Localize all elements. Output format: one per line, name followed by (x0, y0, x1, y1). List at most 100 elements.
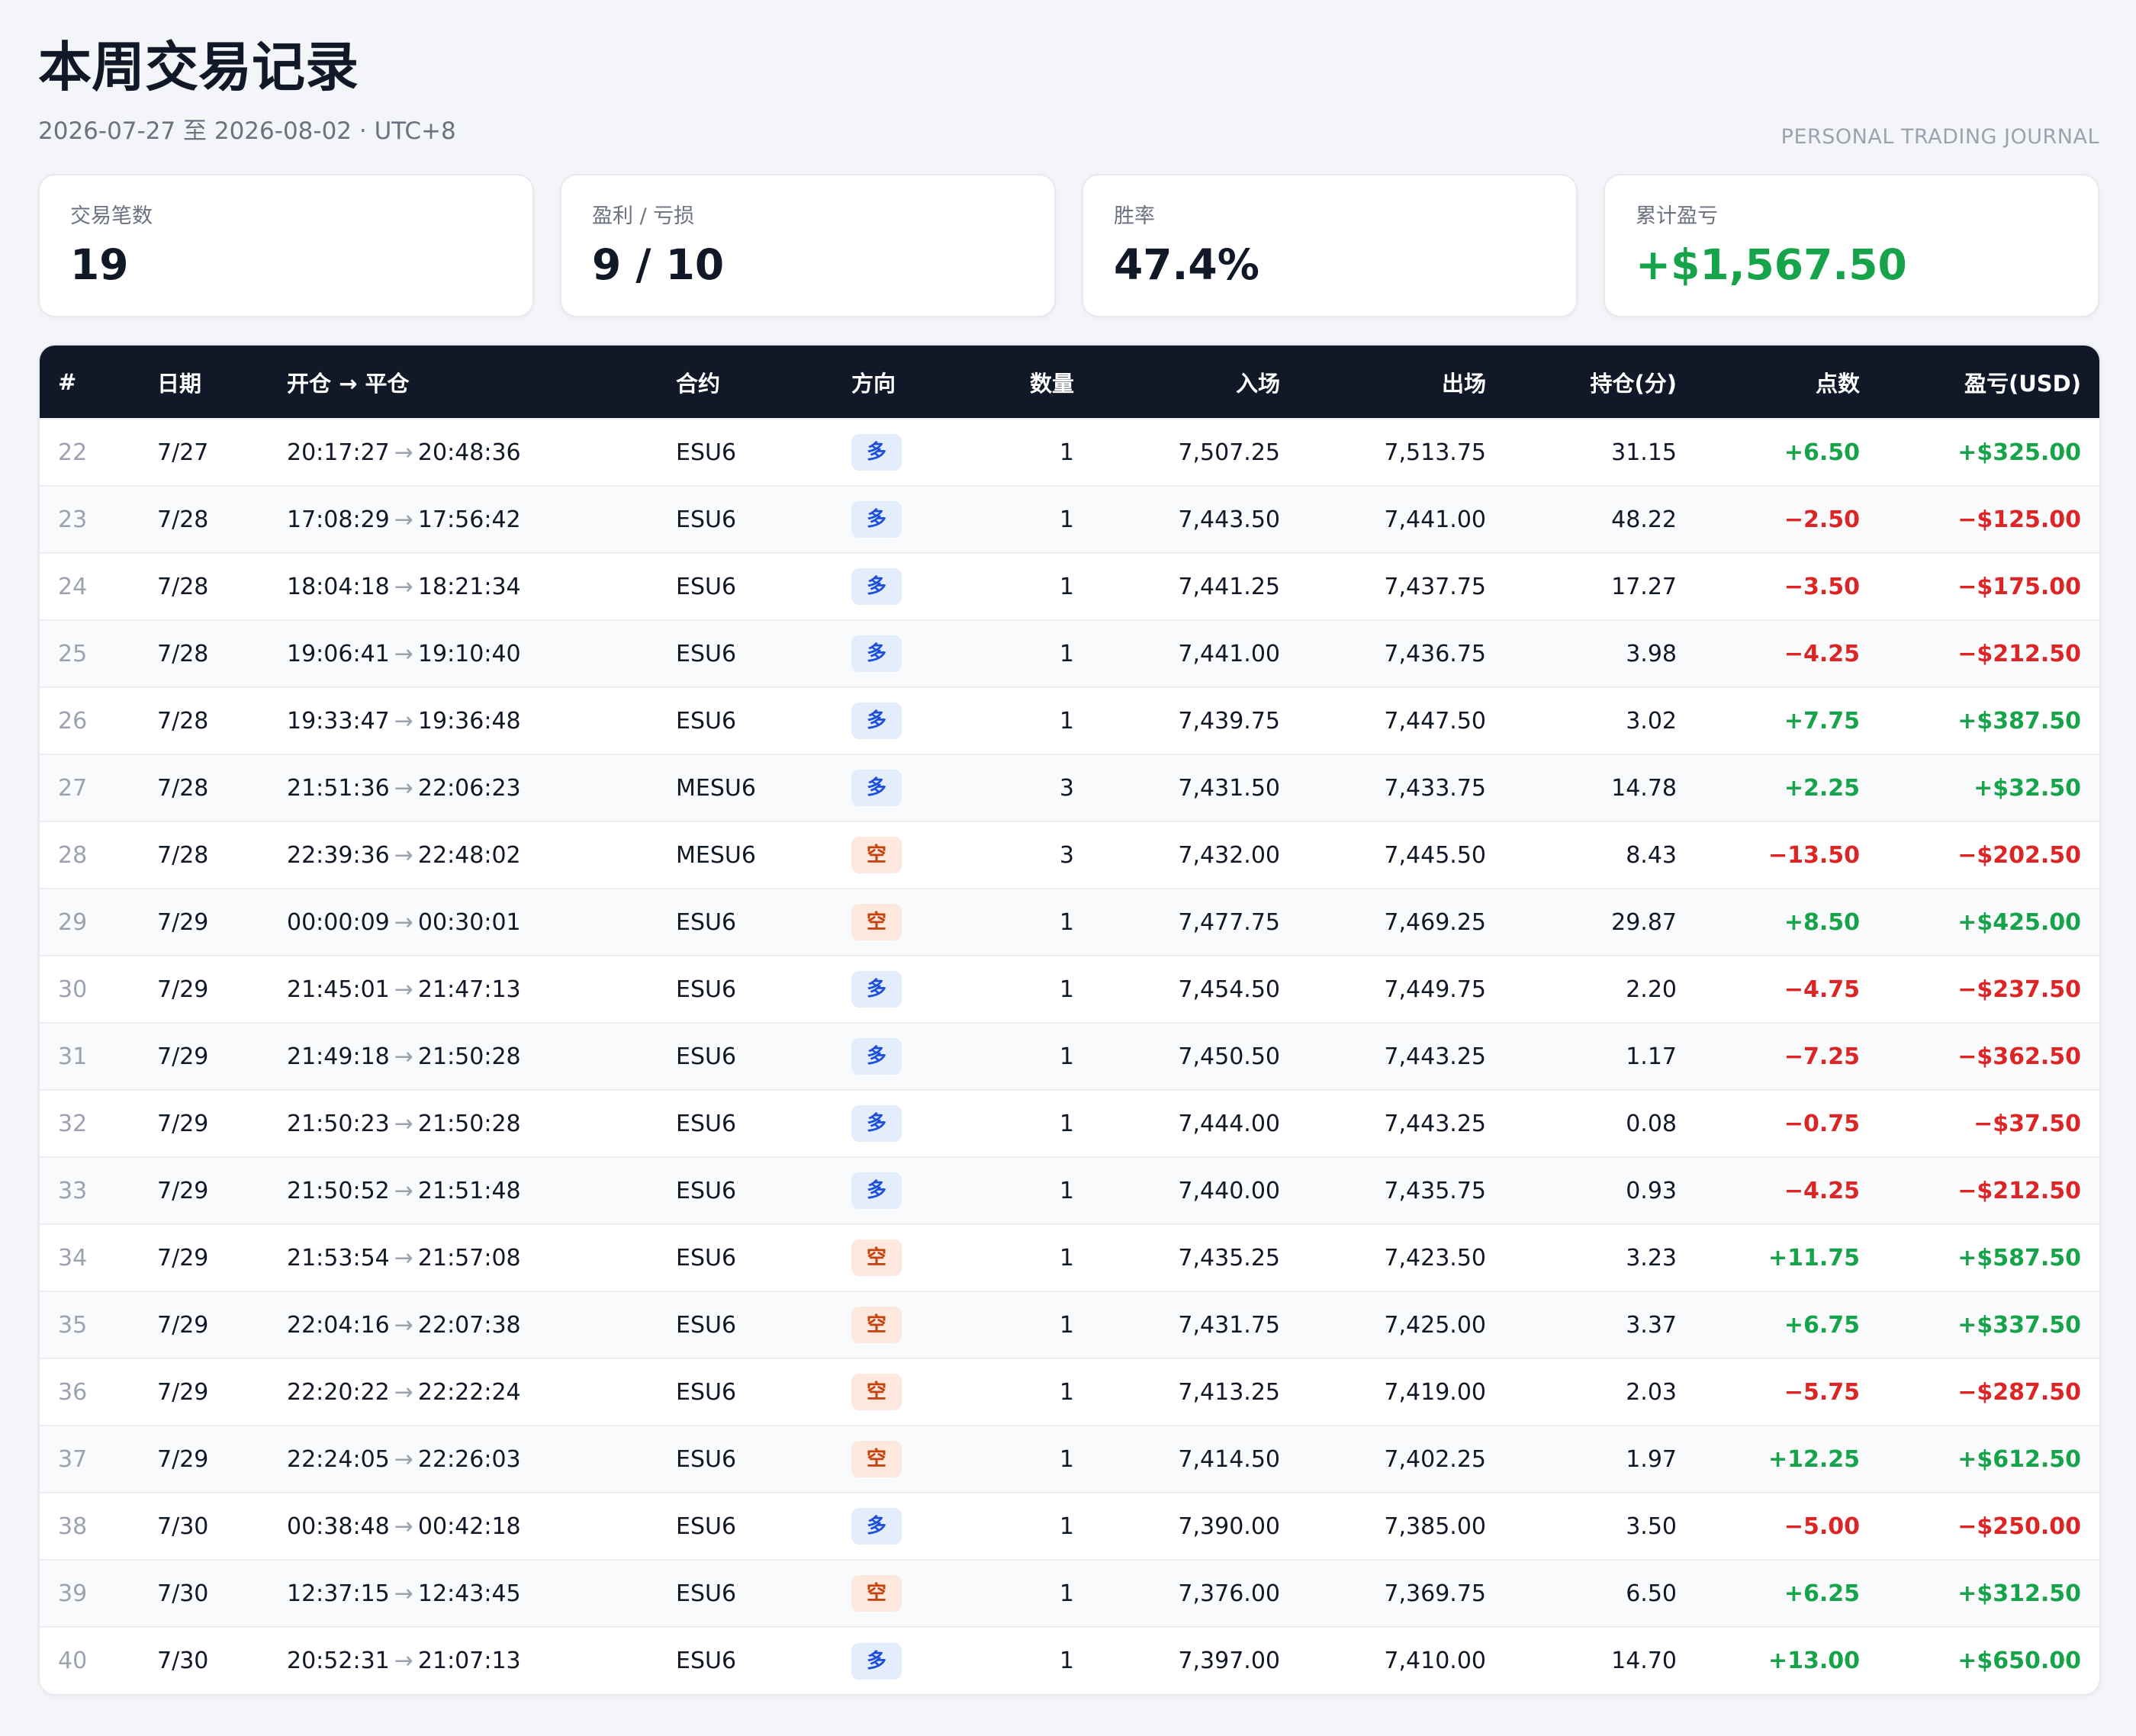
cell-date: 7/28 (157, 640, 209, 667)
cell-contract: ESU6 (676, 1311, 737, 1339)
cell-points: −4.75 (1784, 976, 1860, 1003)
table-row[interactable]: 38 7/30 00:38:48 → 00:42:18 ESU6 多 1 7,390.00 7,3… (40, 1493, 2099, 1560)
stat-label: 胜率 (1114, 204, 1155, 228)
cell-date: 7/29 (157, 1043, 209, 1070)
col-header-date[interactable]: 日期 (139, 346, 269, 419)
col-header-exit[interactable]: 出场 (1298, 346, 1504, 419)
open-time: 00:38:48 (287, 1513, 390, 1540)
table-row[interactable]: 23 7/28 17:08:29 → 17:56:42 ESU6 多 1 7,443.50 7,4… (40, 486, 2099, 553)
trades-table-container: # 日期 开仓 → 平仓 合约 方向 数量 入场 出场 持仓(分) 点数 盈亏(… (38, 344, 2101, 1696)
cell-date: 7/28 (157, 774, 209, 802)
cell-pnl: +$612.50 (1957, 1445, 2081, 1473)
table-row[interactable]: 31 7/29 21:49:18 → 21:50:28 ESU6 多 1 7,450.50 7,4… (40, 1023, 2099, 1090)
close-time: 19:10:40 (417, 640, 521, 667)
cell-contract: MESU6 (676, 841, 756, 869)
stat-label: 累计盈亏 (1636, 204, 1718, 228)
side-badge: 空 (851, 1307, 902, 1343)
cell-points: −4.25 (1784, 1177, 1860, 1204)
side-badge: 多 (851, 1105, 902, 1142)
cell-time-range: 22:20:22 → 22:22:24 (269, 1358, 658, 1426)
table-row[interactable]: 35 7/29 22:04:16 → 22:07:38 ESU6 空 1 7,431.75 7,4… (40, 1291, 2099, 1358)
cell-time-range: 21:45:01 → 21:47:13 (269, 956, 658, 1023)
table-row[interactable]: 32 7/29 21:50:23 → 21:50:28 ESU6 多 1 7,444.00 7,4… (40, 1090, 2099, 1157)
cell-index: 28 (58, 841, 88, 869)
date-range-subtitle: 2026-07-27 至 2026-08-02 · UTC+8 (38, 117, 456, 145)
table-row[interactable]: 37 7/29 22:24:05 → 22:26:03 ESU6 空 1 7,414.50 7,4… (40, 1426, 2099, 1493)
col-header-contract[interactable]: 合约 (658, 346, 833, 419)
table-row[interactable]: 28 7/28 22:39:36 → 22:48:02 MESU6 空 3 7,432.00 7,… (40, 821, 2099, 889)
col-header-points[interactable]: 点数 (1695, 346, 1878, 419)
cell-entry: 7,435.25 (1178, 1244, 1280, 1271)
cell-contract: ESU6 (676, 1110, 737, 1137)
cell-date: 7/27 (157, 439, 209, 466)
close-time: 21:57:08 (417, 1244, 521, 1271)
col-header-pnl[interactable]: 盈亏(USD) (1878, 346, 2099, 419)
table-row[interactable]: 22 7/27 20:17:27 → 20:48:36 ESU6 多 1 7,507.25 7,5… (40, 419, 2099, 486)
side-badge: 多 (851, 434, 902, 471)
cell-side: 多 (833, 620, 978, 687)
col-header-index[interactable]: # (40, 346, 139, 419)
table-row[interactable]: 39 7/30 12:37:15 → 12:43:45 ESU6 空 1 7,376.00 7,3… (40, 1560, 2099, 1627)
side-badge: 多 (851, 971, 902, 1008)
cell-index: 37 (58, 1445, 88, 1473)
cell-points: +6.75 (1784, 1311, 1860, 1339)
stat-card-trade-count: 交易笔数 19 (38, 174, 534, 317)
side-badge: 多 (851, 1038, 902, 1075)
cell-hold: 1.97 (1626, 1445, 1677, 1473)
cell-date: 7/29 (157, 1244, 209, 1271)
open-time: 21:53:54 (287, 1244, 390, 1271)
cell-entry: 7,441.00 (1178, 640, 1280, 667)
cell-entry: 7,397.00 (1178, 1648, 1280, 1674)
side-badge: 多 (851, 1172, 902, 1209)
arrow-right-icon: → (394, 774, 413, 802)
stat-value: 47.4% (1114, 240, 1259, 289)
cell-index: 34 (58, 1244, 88, 1271)
table-row[interactable]: 30 7/29 21:45:01 → 21:47:13 ESU6 多 1 7,454.50 7,4… (40, 956, 2099, 1023)
table-row[interactable]: 29 7/29 00:00:09 → 00:30:01 ESU6 空 1 7,477.75 7,4… (40, 889, 2099, 956)
cell-contract: ESU6 (676, 1043, 737, 1070)
cell-contract: ESU6 (676, 439, 737, 466)
cell-exit: 7,433.75 (1384, 774, 1486, 802)
cell-hold: 2.03 (1626, 1378, 1677, 1406)
cell-qty: 1 (1059, 1580, 1074, 1607)
cell-pnl: −$202.50 (1957, 841, 2081, 869)
table-row[interactable]: 25 7/28 19:06:41 → 19:10:40 ESU6 多 1 7,441.00 7,4… (40, 620, 2099, 687)
col-header-side[interactable]: 方向 (833, 346, 978, 419)
cell-side: 多 (833, 419, 978, 486)
cell-side: 多 (833, 754, 978, 821)
col-header-hold[interactable]: 持仓(分) (1504, 346, 1695, 419)
col-header-time[interactable]: 开仓 → 平仓 (269, 346, 658, 419)
col-header-entry[interactable]: 入场 (1092, 346, 1298, 419)
stat-value: +$1,567.50 (1636, 240, 1907, 289)
stats-cards: 交易笔数 19 盈利 / 亏损 9 / 10 胜率 47.4% 累计盈亏 +$1… (38, 174, 2099, 317)
table-row[interactable]: 24 7/28 18:04:18 → 18:21:34 ESU6 多 1 7,441.25 7,4… (40, 553, 2099, 620)
table-row[interactable]: 33 7/29 21:50:52 → 21:51:48 ESU6 多 1 7,440.00 7,4… (40, 1157, 2099, 1224)
cell-points: −0.75 (1784, 1110, 1860, 1137)
cell-time-range: 22:24:05 → 22:26:03 (269, 1426, 658, 1493)
cell-date: 7/29 (157, 1110, 209, 1137)
table-row[interactable]: 27 7/28 21:51:36 → 22:06:23 MESU6 多 3 7,431.50 7,… (40, 754, 2099, 821)
open-time: 21:49:18 (287, 1043, 390, 1070)
cell-exit: 7,425.00 (1384, 1311, 1486, 1339)
open-time: 18:04:18 (287, 573, 390, 600)
cell-pnl: +$425.00 (1957, 908, 2081, 936)
table-row[interactable]: 40 7/30 20:52:31 → 21:07:13 ESU6 多 1 7,397.00 7,4… (40, 1627, 2099, 1694)
cell-entry: 7,507.25 (1178, 439, 1280, 466)
cell-hold: 1.17 (1626, 1043, 1677, 1070)
arrow-right-icon: → (394, 506, 413, 533)
table-row[interactable]: 36 7/29 22:20:22 → 22:22:24 ESU6 空 1 7,413.25 7,4… (40, 1358, 2099, 1426)
cell-entry: 7,431.50 (1178, 774, 1280, 802)
table-row[interactable]: 34 7/29 21:53:54 → 21:57:08 ESU6 空 1 7,435.25 7,4… (40, 1224, 2099, 1291)
cell-index: 38 (58, 1513, 88, 1540)
cell-date: 7/29 (157, 1311, 209, 1339)
cell-pnl: +$387.50 (1957, 707, 2081, 735)
cell-hold: 14.70 (1611, 1648, 1677, 1674)
col-header-qty[interactable]: 数量 (978, 346, 1092, 419)
close-time: 19:36:48 (417, 707, 521, 735)
cell-hold: 0.08 (1626, 1110, 1677, 1137)
table-row[interactable]: 26 7/28 19:33:47 → 19:36:48 ESU6 多 1 7,439.75 7,4… (40, 687, 2099, 754)
open-time: 19:33:47 (287, 707, 390, 735)
cell-points: +6.50 (1784, 439, 1860, 466)
cell-qty: 3 (1059, 841, 1074, 869)
cell-exit: 7,449.75 (1384, 976, 1486, 1003)
